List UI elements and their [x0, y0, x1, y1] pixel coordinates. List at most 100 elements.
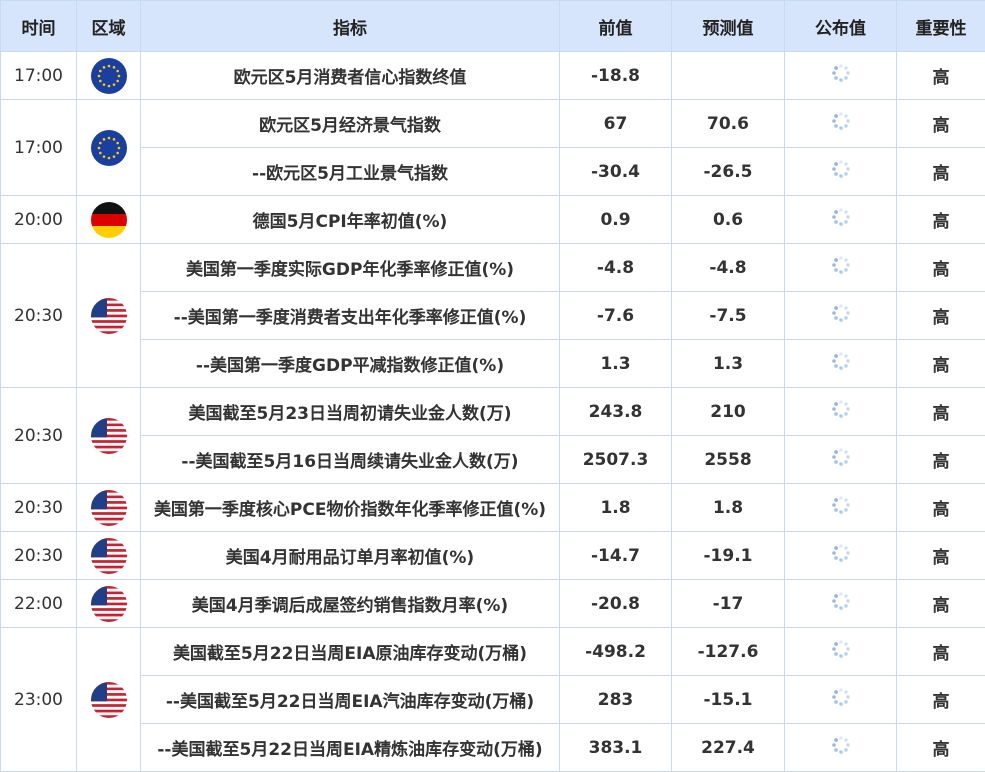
- table-row[interactable]: 20:30 美国第一季度核心PCE物价指数年化季率修正值(%) 1.8 1.8 高: [0, 483, 985, 532]
- actual-value-cell: [784, 147, 897, 196]
- header-region[interactable]: 区域: [76, 0, 141, 52]
- indicator-cell[interactable]: 欧元区5月经济景气指数: [140, 99, 560, 148]
- indicator-cell[interactable]: 美国4月耐用品订单月率初值(%): [140, 531, 560, 580]
- table-row[interactable]: 22:00 美国4月季调后成屋签约销售指数月率(%) -20.8 -17 高: [0, 579, 985, 628]
- indicator-cell[interactable]: 美国截至5月22日当周EIA原油库存变动(万桶): [140, 627, 560, 676]
- forecast-value: 0.6: [671, 195, 785, 244]
- header-indicator[interactable]: 指标: [140, 0, 560, 52]
- previous-value: 67: [559, 99, 672, 148]
- forecast-value: -15.1: [671, 675, 785, 724]
- indicator-cell[interactable]: --美国第一季度消费者支出年化季率修正值(%): [140, 291, 560, 340]
- actual-value-cell: [784, 531, 897, 580]
- indicator-cell[interactable]: 德国5月CPI年率初值(%): [140, 195, 560, 244]
- time-cell: 20:30: [0, 243, 77, 388]
- time-cell: 20:00: [0, 195, 77, 244]
- indicator-cell[interactable]: 美国第一季度核心PCE物价指数年化季率修正值(%): [140, 483, 560, 532]
- actual-value-cell: [784, 675, 897, 724]
- actual-value-cell: [784, 723, 897, 772]
- loading-spinner-icon: [831, 399, 851, 424]
- previous-value: 383.1: [559, 723, 672, 772]
- table-row[interactable]: --欧元区5月工业景气指数 -30.4 -26.5 高: [1, 147, 985, 196]
- table-header-row: 时间 区域 指标 前值 预测值 公布值 重要性: [0, 0, 985, 52]
- forecast-value: -26.5: [671, 147, 785, 196]
- previous-value: 243.8: [559, 387, 672, 436]
- calendar-body: 17:00 欧元区5月消费者信心指数终值 -18.8 高 17:00 欧元区5月经济景气指…: [0, 51, 985, 772]
- table-row[interactable]: 17:00 欧元区5月经济景气指数 67 70.6 高: [0, 99, 985, 196]
- table-row[interactable]: --美国第一季度GDP平减指数修正值(%) 1.3 1.3 高: [1, 339, 985, 388]
- importance-cell: 高: [896, 387, 985, 436]
- indicator-cell[interactable]: 美国第一季度实际GDP年化季率修正值(%): [140, 243, 560, 292]
- table-row[interactable]: --美国截至5月22日当周EIA精炼油库存变动(万桶) 383.1 227.4 高: [1, 723, 985, 772]
- time-cell: 17:00: [0, 51, 77, 100]
- region-cell: [76, 531, 141, 580]
- previous-value: -14.7: [559, 531, 672, 580]
- indicator-cell[interactable]: --欧元区5月工业景气指数: [140, 147, 560, 196]
- actual-value-cell: [784, 51, 897, 100]
- indicator-cell[interactable]: 美国截至5月23日当周初请失业金人数(万): [140, 387, 560, 436]
- importance-cell: 高: [896, 435, 985, 484]
- indicator-cell[interactable]: 美国4月季调后成屋签约销售指数月率(%): [140, 579, 560, 628]
- actual-value-cell: [784, 387, 897, 436]
- header-previous[interactable]: 前值: [559, 0, 672, 52]
- table-row[interactable]: 20:30 美国截至5月23日当周初请失业金人数(万) 243.8 210 高: [0, 387, 985, 484]
- table-row[interactable]: 20:30 美国4月耐用品订单月率初值(%) -14.7 -19.1 高: [0, 531, 985, 580]
- us-flag-icon: [90, 297, 127, 334]
- loading-spinner-icon: [831, 351, 851, 376]
- previous-value: 0.9: [559, 195, 672, 244]
- us-flag-icon: [90, 585, 127, 622]
- importance-cell: 高: [896, 195, 985, 244]
- table-row[interactable]: 20:00 德国5月CPI年率初值(%) 0.9 0.6 高: [0, 195, 985, 244]
- region-cell: [76, 51, 141, 100]
- previous-value: -18.8: [559, 51, 672, 100]
- loading-spinner-icon: [831, 255, 851, 280]
- header-forecast[interactable]: 预测值: [671, 0, 785, 52]
- germany-flag-icon: [90, 201, 127, 238]
- actual-value-cell: [784, 195, 897, 244]
- actual-value-cell: [784, 627, 897, 676]
- us-flag-icon: [90, 681, 127, 718]
- loading-spinner-icon: [831, 63, 851, 88]
- table-row[interactable]: 17:00 欧元区5月消费者信心指数终值 -18.8 高: [0, 51, 985, 100]
- previous-value: -20.8: [559, 579, 672, 628]
- us-flag-icon: [90, 537, 127, 574]
- forecast-value: -4.8: [671, 243, 785, 292]
- table-row[interactable]: --美国截至5月16日当周续请失业金人数(万) 2507.3 2558 高: [1, 435, 985, 484]
- importance-cell: 高: [896, 99, 985, 148]
- importance-cell: 高: [896, 51, 985, 100]
- region-cell: [76, 387, 141, 484]
- indicator-cell[interactable]: --美国截至5月22日当周EIA精炼油库存变动(万桶): [140, 723, 560, 772]
- header-time[interactable]: 时间: [0, 0, 77, 52]
- previous-value: 1.8: [559, 483, 672, 532]
- region-cell: [76, 627, 141, 772]
- time-cell: 20:30: [0, 531, 77, 580]
- importance-cell: 高: [896, 531, 985, 580]
- indicator-cell[interactable]: --美国截至5月22日当周EIA汽油库存变动(万桶): [140, 675, 560, 724]
- importance-cell: 高: [896, 243, 985, 292]
- indicator-cell[interactable]: --美国第一季度GDP平减指数修正值(%): [140, 339, 560, 388]
- table-row[interactable]: --美国截至5月22日当周EIA汽油库存变动(万桶) 283 -15.1 高: [1, 675, 985, 724]
- table-row[interactable]: 20:30 美国第一季度实际GDP年化季率修正值(%) -4.8 -4.8 高: [0, 243, 985, 388]
- previous-value: 1.3: [559, 339, 672, 388]
- us-flag-icon: [90, 417, 127, 454]
- actual-value-cell: [784, 483, 897, 532]
- header-importance[interactable]: 重要性: [896, 0, 985, 52]
- forecast-value: 1.8: [671, 483, 785, 532]
- previous-value: 2507.3: [559, 435, 672, 484]
- eu-flag-icon: [90, 129, 127, 166]
- indicator-cell[interactable]: 欧元区5月消费者信心指数终值: [140, 51, 560, 100]
- loading-spinner-icon: [831, 543, 851, 568]
- table-row[interactable]: --美国第一季度消费者支出年化季率修正值(%) -7.6 -7.5 高: [1, 291, 985, 340]
- forecast-value: 210: [671, 387, 785, 436]
- importance-cell: 高: [896, 723, 985, 772]
- time-cell: 20:30: [0, 387, 77, 484]
- us-flag-icon: [90, 489, 127, 526]
- loading-spinner-icon: [831, 447, 851, 472]
- header-actual[interactable]: 公布值: [784, 0, 897, 52]
- forecast-value: 1.3: [671, 339, 785, 388]
- indicator-cell[interactable]: --美国截至5月16日当周续请失业金人数(万): [140, 435, 560, 484]
- forecast-value: -127.6: [671, 627, 785, 676]
- importance-cell: 高: [896, 579, 985, 628]
- loading-spinner-icon: [831, 303, 851, 328]
- table-row[interactable]: 23:00 美国截至5月22日当周EIA原油库存变动(万桶) -498.2 -127.…: [0, 627, 985, 772]
- region-cell: [76, 483, 141, 532]
